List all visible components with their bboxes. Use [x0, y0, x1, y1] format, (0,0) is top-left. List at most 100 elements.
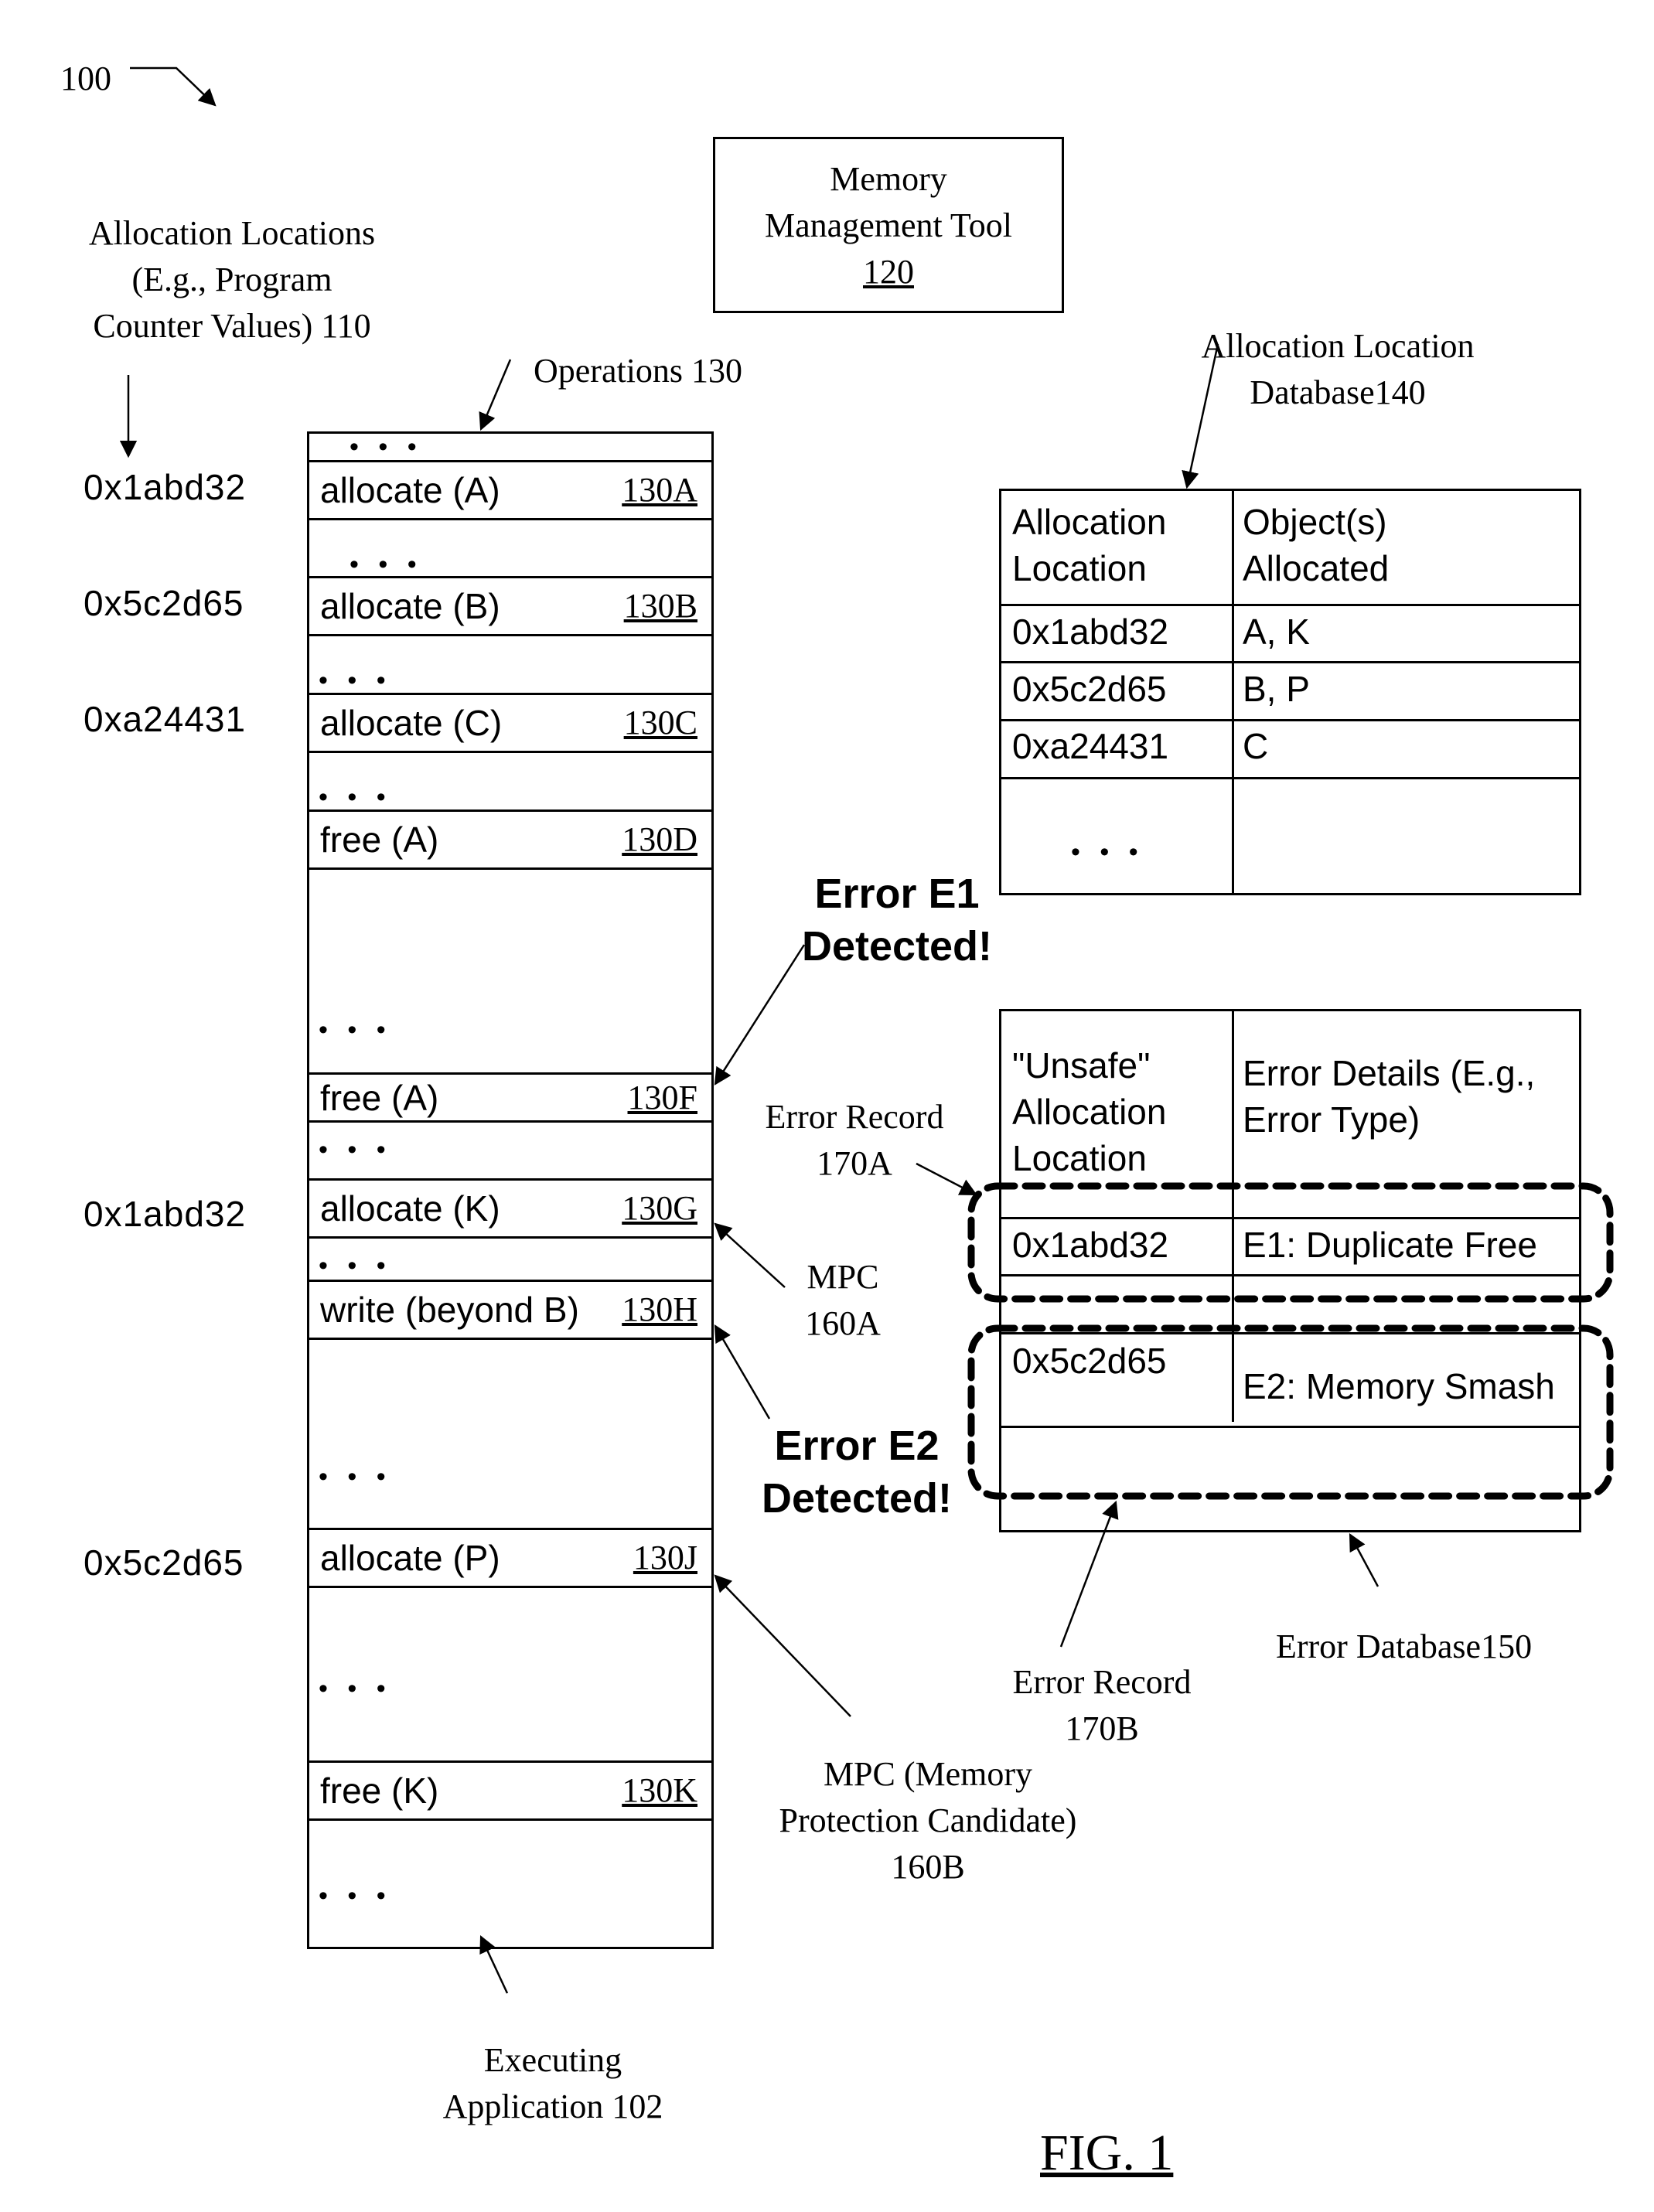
allocation-locations-label: Allocation Locations (E.g., Program Coun…	[54, 210, 410, 349]
operation-text: write (beyond B)	[320, 1290, 579, 1330]
mmt-ref: 120	[863, 253, 914, 291]
label-line: 160B	[891, 1848, 965, 1886]
operation-row: allocate (B) 130B	[309, 578, 711, 636]
address-label: 0x5c2d65	[84, 1542, 244, 1583]
operation-ref: 130B	[623, 587, 697, 625]
header-line: Error Type)	[1243, 1099, 1420, 1140]
ellipsis-icon: • • •	[319, 782, 392, 812]
operation-ref: 130A	[622, 471, 697, 509]
table-cell: E2: Memory Smash	[1243, 1366, 1555, 1406]
error-e2-arrow	[714, 1324, 771, 1420]
ellipsis-row: • • •	[309, 1340, 711, 1530]
operation-text: allocate (K)	[320, 1188, 500, 1229]
operation-text: free (K)	[320, 1771, 439, 1811]
ellipsis-icon: • • •	[319, 1135, 392, 1164]
ellipsis-icon: • • •	[319, 1251, 392, 1280]
ellipsis-icon: • • •	[319, 666, 392, 695]
ellipsis-icon: • • •	[319, 1674, 392, 1703]
table-cell: C	[1243, 726, 1269, 766]
operation-ref: 130H	[622, 1290, 697, 1328]
ellipsis-icon: • • •	[350, 550, 423, 579]
table-header-cell: "Unsafe" Allocation Location	[1001, 1042, 1166, 1181]
label-line: MPC	[807, 1258, 879, 1296]
alloc-db-label-line: Allocation Location	[1201, 327, 1475, 365]
table-header-cell: Error Details (E.g., Error Type)	[1232, 1050, 1535, 1143]
address-label: 0xa24431	[84, 699, 247, 739]
allocation-locations-label-line: Allocation Locations	[88, 214, 376, 252]
error-database-arrow	[1349, 1533, 1379, 1587]
label-line: Error Record	[765, 1098, 944, 1136]
allocation-locations-label-line: Counter Values) 110	[93, 307, 371, 345]
ellipsis-row: • • •	[309, 753, 711, 812]
note-line: Error E2	[774, 1423, 940, 1469]
operation-text: allocate (P)	[320, 1538, 500, 1578]
operation-row: allocate (K) 130G	[309, 1181, 711, 1239]
mmt-line2: Management Tool	[765, 206, 1012, 244]
note-line: Error E1	[814, 871, 980, 917]
ellipsis-row: • • •	[309, 870, 711, 1075]
operation-row: allocate (C) 130C	[309, 695, 711, 753]
figure-reference-label: 100	[60, 60, 111, 97]
operation-ref: 130C	[623, 704, 697, 741]
operation-ref: 130D	[622, 820, 697, 858]
ellipsis-icon: • • •	[319, 1015, 392, 1045]
header-line: "Unsafe"	[1012, 1045, 1151, 1086]
ellipsis-row: • • •	[309, 1821, 711, 1947]
table-header-cell: Allocation Location	[1001, 499, 1166, 591]
label-line: 170A	[817, 1144, 892, 1182]
error-database-table: "Unsafe" Allocation Location Error Detai…	[999, 1009, 1581, 1532]
table-cell: 0x1abd32	[1012, 1225, 1169, 1265]
header-line: Object(s)	[1243, 502, 1387, 542]
header-line: Location	[1012, 1138, 1147, 1178]
ellipsis-row: • • •	[309, 1123, 711, 1181]
figure-ref-arrow	[130, 66, 217, 107]
label-line: Protection Candidate)	[779, 1801, 1077, 1839]
mmt-line1: Memory	[830, 160, 947, 198]
ellipsis-icon: • • •	[1071, 837, 1144, 867]
executing-application-line: Executing	[483, 2041, 622, 2079]
note-line: Detected!	[761, 1475, 953, 1522]
error-e1-note: Error E1 Detected!	[789, 867, 1005, 973]
header-line: Allocation	[1012, 1092, 1167, 1132]
operations-list: • • • allocate (A) 130A • • • allocate (B…	[307, 431, 714, 1949]
ellipsis-icon: • • •	[319, 1881, 392, 1910]
ellipsis-row: • • •	[309, 636, 711, 695]
error-record-170a-label: Error Record 170A	[750, 1094, 959, 1187]
table-cell: 0xa24431	[1012, 726, 1169, 766]
error-record-170b-label: Error Record 170B	[998, 1659, 1206, 1752]
table-cell: 0x1abd32	[1012, 612, 1169, 652]
operation-row: free (A) 130D	[309, 812, 711, 870]
executing-application-line: Application 102	[442, 2088, 663, 2125]
mpc-160a-arrow	[714, 1222, 786, 1288]
operation-ref: 130F	[627, 1079, 697, 1116]
ellipsis-icon: • • •	[319, 1462, 392, 1491]
address-label: 0x5c2d65	[84, 583, 244, 623]
operation-row: allocate (P) 130J	[309, 1530, 711, 1588]
alloc-db-label-line: Database140	[1250, 373, 1426, 411]
operation-text: free (A)	[320, 1078, 439, 1118]
table-header-cell: Object(s) Allocated	[1232, 499, 1389, 591]
ellipsis-icon: • • •	[350, 432, 423, 462]
header-line: Allocation	[1012, 502, 1167, 542]
memory-management-tool-box: Memory Management Tool 120	[713, 137, 1064, 313]
operation-text: free (A)	[320, 820, 439, 860]
label-line: 160A	[805, 1304, 881, 1342]
ellipsis-row: • • •	[309, 434, 711, 462]
table-cell: 0x5c2d65	[1012, 1341, 1167, 1381]
operation-text: allocate (B)	[320, 586, 500, 626]
note-line: Detected!	[801, 923, 993, 970]
header-line: Error Details (E.g.,	[1243, 1053, 1536, 1093]
table-cell: B, P	[1243, 669, 1310, 709]
mpc-160a-label: MPC 160A	[785, 1254, 901, 1347]
error-database-label: Error Database150	[1276, 1627, 1533, 1665]
mpc-160b-arrow	[714, 1574, 851, 1717]
operations-arrow	[479, 359, 512, 431]
operations-label: Operations 130	[534, 352, 743, 390]
label-line: Error Record	[1012, 1663, 1192, 1701]
operation-row: allocate (A) 130A	[309, 462, 711, 520]
operation-ref: 130G	[622, 1189, 697, 1227]
operation-ref: 130K	[622, 1771, 697, 1809]
operation-row: write (beyond B) 130H	[309, 1282, 711, 1340]
address-label: 0x1abd32	[84, 1194, 247, 1234]
figure-caption: FIG. 1	[1040, 2125, 1174, 2181]
